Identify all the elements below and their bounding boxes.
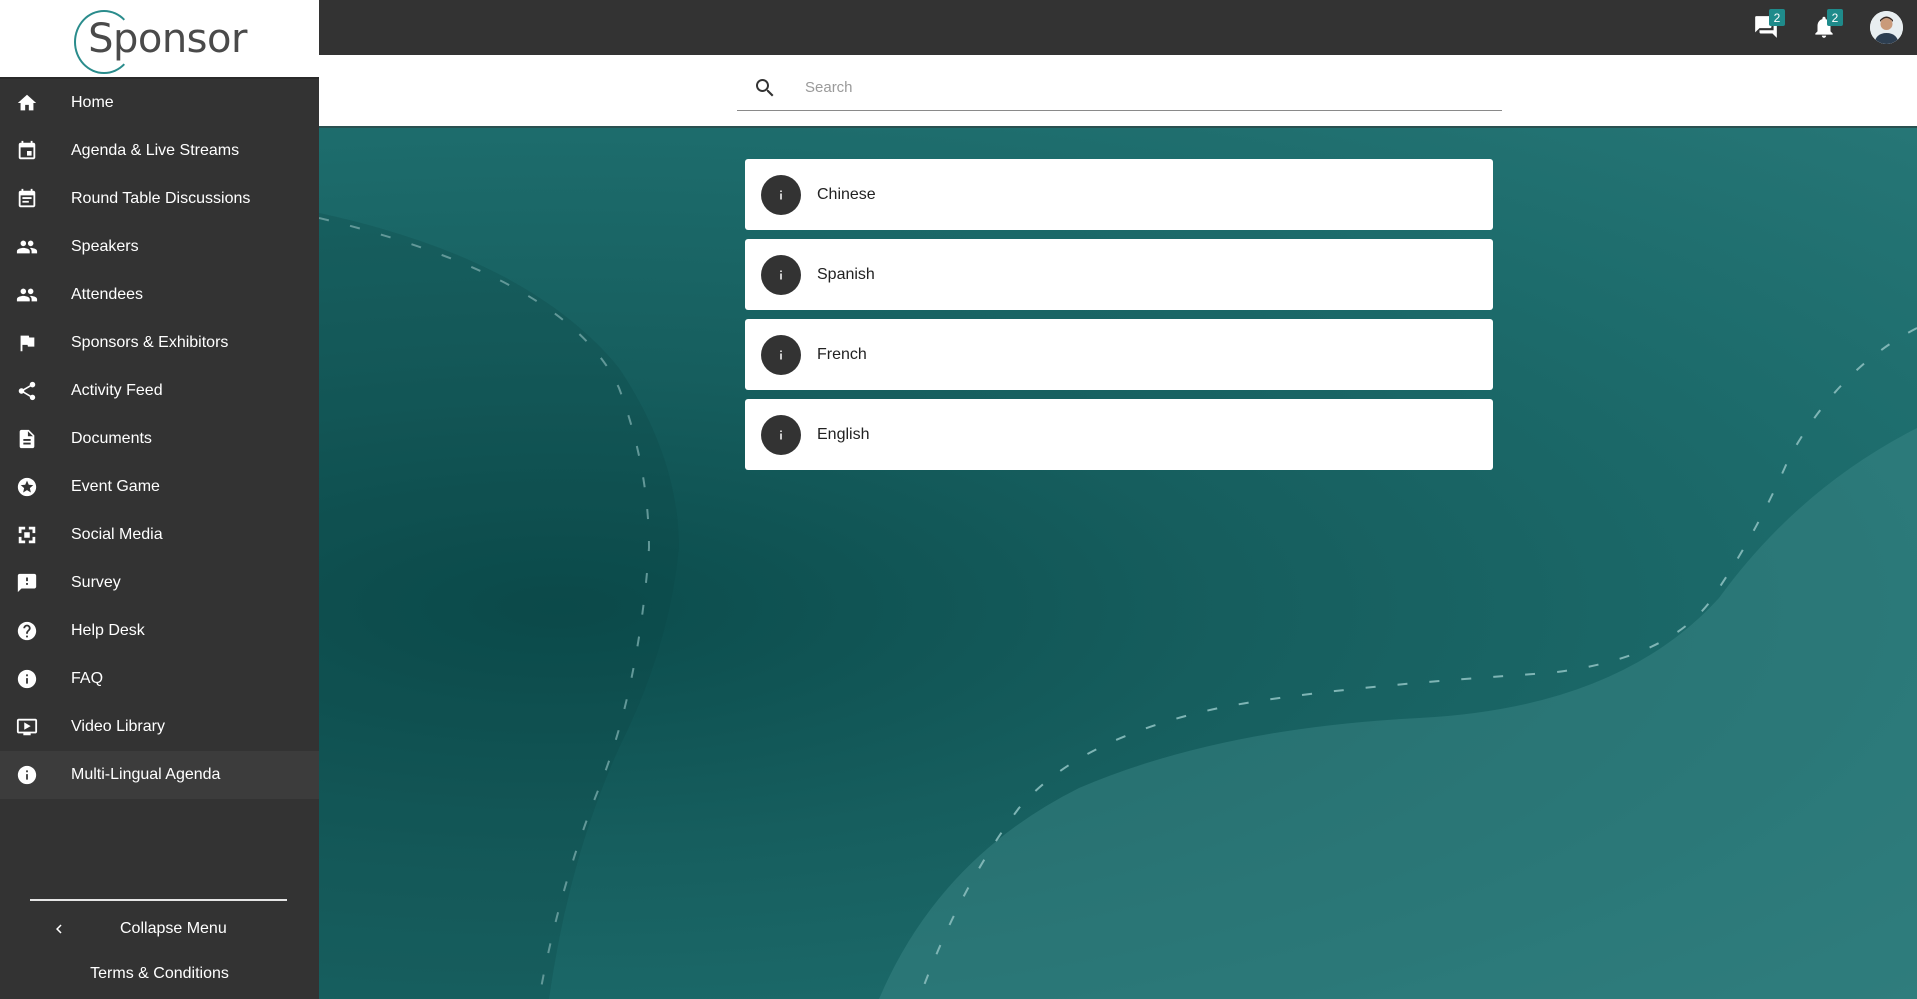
- collapse-menu-label: Collapse Menu: [120, 920, 227, 937]
- sidebar-item-label: Agenda & Live Streams: [71, 142, 240, 159]
- sidebar-item-label: Survey: [71, 574, 121, 591]
- language-label: English: [817, 425, 870, 443]
- search-input[interactable]: [805, 79, 1485, 96]
- terms-link[interactable]: Terms & Conditions: [0, 949, 319, 999]
- sidebar-item-help-desk[interactable]: Help Desk: [0, 607, 319, 655]
- home-icon: [15, 91, 39, 115]
- share-icon: [15, 379, 39, 403]
- info-icon: [15, 667, 39, 691]
- sidebar-item-label: Documents: [71, 430, 152, 447]
- language-card-spanish[interactable]: Spanish: [745, 239, 1493, 310]
- language-label: Chinese: [817, 185, 876, 203]
- sidebar-item-label: FAQ: [71, 670, 104, 687]
- sidebar-item-event-game[interactable]: Event Game: [0, 463, 319, 511]
- language-list: Chinese Spanish French English: [745, 159, 1493, 479]
- sidebar-item-activity-feed[interactable]: Activity Feed: [0, 367, 319, 415]
- search-icon: [756, 78, 774, 96]
- language-card-french[interactable]: French: [745, 319, 1493, 390]
- logo-circle: [74, 9, 135, 74]
- sidebar-item-sponsors[interactable]: Sponsors & Exhibitors: [0, 319, 319, 367]
- sidebar: Sponsor Home Agenda & Live Streams Round…: [0, 0, 319, 999]
- flag-icon: [15, 331, 39, 355]
- feedback-icon: [15, 571, 39, 595]
- sidebar-item-label: Attendees: [71, 286, 144, 303]
- document-icon: [15, 427, 39, 451]
- info-icon: [761, 254, 801, 295]
- sidebar-item-attendees[interactable]: Attendees: [0, 271, 319, 319]
- sidebar-item-agenda[interactable]: Agenda & Live Streams: [0, 127, 319, 175]
- sidebar-item-home[interactable]: Home: [0, 79, 319, 127]
- search-field: [737, 65, 1502, 111]
- sidebar-item-multi-lingual-agenda[interactable]: Multi-Lingual Agenda: [0, 751, 319, 799]
- chevron-left-icon: [56, 924, 62, 934]
- sidebar-item-label: Sponsors & Exhibitors: [71, 334, 229, 351]
- divider: [30, 899, 287, 901]
- sidebar-item-label: Social Media: [71, 526, 163, 543]
- sidebar-footer: Collapse Menu Terms & Conditions: [0, 899, 319, 999]
- avatar[interactable]: [1870, 11, 1903, 44]
- sidebar-item-label: Multi-Lingual Agenda: [71, 766, 221, 783]
- sidebar-item-social-media[interactable]: Social Media: [0, 511, 319, 559]
- calendar-icon: [15, 139, 39, 163]
- logo: Sponsor: [72, 9, 247, 74]
- top-bar: 2 2: [319, 0, 1917, 55]
- collapse-menu-button[interactable]: Collapse Menu: [0, 909, 319, 949]
- info-icon: [761, 414, 801, 455]
- search-bar: [319, 55, 1917, 128]
- calendar-icon: [15, 187, 39, 211]
- people-icon: [15, 283, 39, 307]
- language-label: French: [817, 345, 867, 363]
- notifications-badge: 2: [1827, 9, 1843, 26]
- logo-area[interactable]: Sponsor: [0, 0, 319, 79]
- people-icon: [15, 235, 39, 259]
- language-card-chinese[interactable]: Chinese: [745, 159, 1493, 230]
- sidebar-item-speakers[interactable]: Speakers: [0, 223, 319, 271]
- language-label: Spanish: [817, 265, 875, 283]
- user-avatar-icon: [1870, 11, 1903, 44]
- sidebar-item-faq[interactable]: FAQ: [0, 655, 319, 703]
- messages-button[interactable]: 2: [1753, 9, 1785, 42]
- sidebar-item-label: Speakers: [71, 238, 139, 255]
- notifications-button[interactable]: 2: [1811, 9, 1843, 42]
- sidebar-item-label: Event Game: [71, 478, 160, 495]
- sidebar-item-label: Activity Feed: [71, 382, 163, 399]
- info-icon: [15, 763, 39, 787]
- language-card-english[interactable]: English: [745, 399, 1493, 470]
- sidebar-item-label: Video Library: [71, 718, 165, 735]
- help-icon: [15, 619, 39, 643]
- sidebar-nav: Home Agenda & Live Streams Round Table D…: [0, 79, 319, 799]
- info-icon: [761, 174, 801, 215]
- sidebar-item-documents[interactable]: Documents: [0, 415, 319, 463]
- sidebar-item-label: Home: [71, 94, 114, 111]
- social-icon: [15, 523, 39, 547]
- info-icon: [761, 334, 801, 375]
- messages-badge: 2: [1769, 9, 1785, 26]
- sidebar-item-label: Help Desk: [71, 622, 145, 639]
- sidebar-item-round-table[interactable]: Round Table Discussions: [0, 175, 319, 223]
- star-icon: [15, 475, 39, 499]
- sidebar-item-label: Round Table Discussions: [71, 190, 251, 207]
- tv-icon: [15, 715, 39, 739]
- sidebar-item-survey[interactable]: Survey: [0, 559, 319, 607]
- sidebar-item-video-library[interactable]: Video Library: [0, 703, 319, 751]
